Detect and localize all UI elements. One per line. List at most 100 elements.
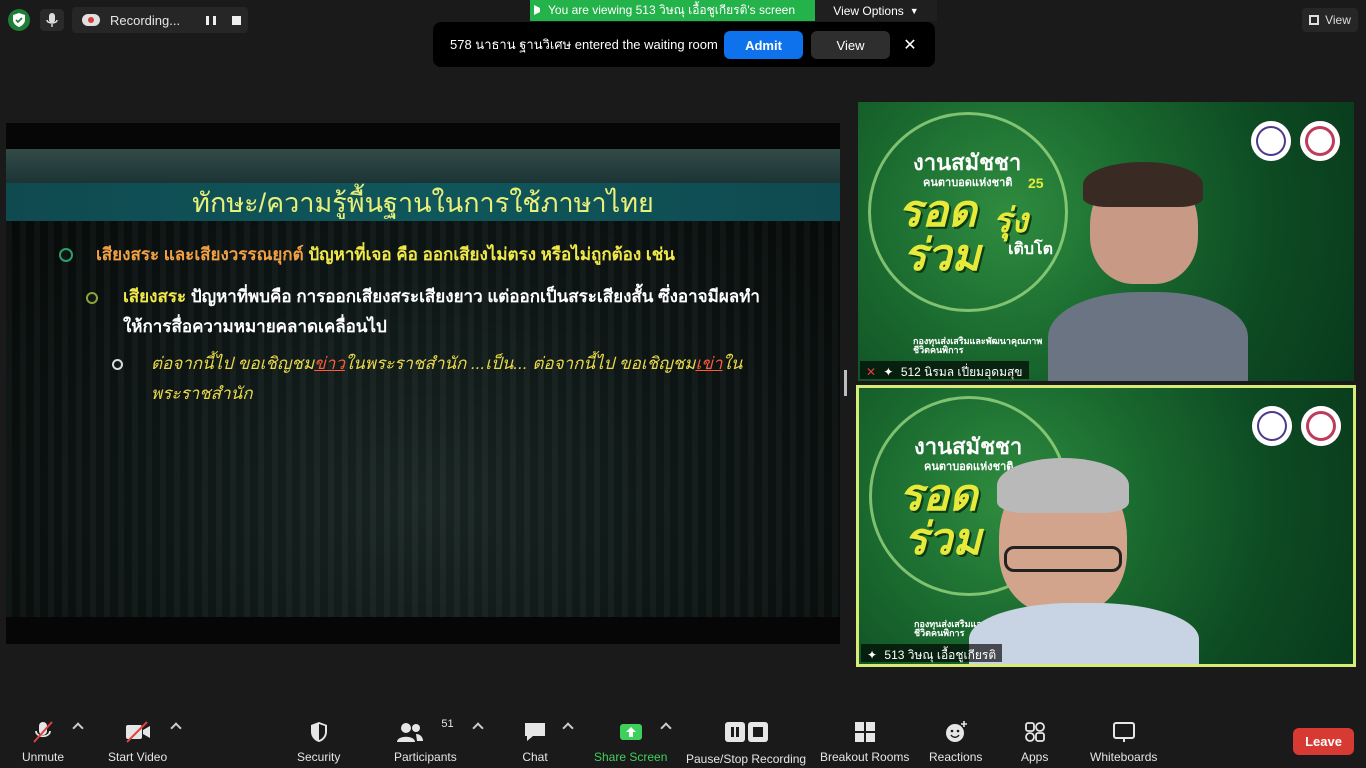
view-options-label: View Options (833, 3, 904, 18)
mic-status-icon[interactable] (40, 9, 64, 31)
poster-number: 25 (1028, 175, 1044, 191)
admit-button[interactable]: Admit (724, 31, 803, 59)
view-options-button[interactable]: View Options ▼ (815, 0, 937, 21)
participant-name: 512 นิรมล เปี่ยมอุดมสุข (900, 365, 1023, 379)
unmute-label: Unmute (22, 750, 65, 764)
mic-muted-icon (30, 720, 56, 744)
waiting-room-message: 578 นาธาน ฐานวิเศษ entered the waiting r… (450, 37, 718, 52)
poster-word-ruam: ร่วม (903, 231, 981, 280)
grid-icon (1309, 15, 1320, 25)
start-video-label: Start Video (108, 750, 168, 764)
unmute-button[interactable]: Unmute (22, 720, 64, 764)
start-video-button[interactable]: Start Video (108, 720, 167, 764)
poster-word-toebto: เติบโต (1008, 241, 1053, 258)
viewing-screen-banner: You are viewing 513 วิษณุ เอื้อชูเกียรติ… (530, 0, 815, 21)
slide-bullet-2: เสียงสระ ปัญหาที่พบคือ การออกเสียงสระเสี… (123, 282, 823, 342)
whiteboards-label: Whiteboards (1090, 750, 1158, 764)
security-label: Security (297, 750, 341, 764)
participants-count: 51 (441, 718, 454, 730)
video-tile-512[interactable]: งานสมัชชา คนตาบอดแห่งชาติ 25 รอด รุ่ง ร่… (858, 102, 1354, 381)
recording-label: Recording... (110, 12, 181, 28)
video-tile-513-active-speaker[interactable]: งานสมัชชา คนตาบอดแห่งชาติ รอด ร่วม กองทุ… (856, 385, 1356, 667)
whiteboards-button[interactable]: Whiteboards (1090, 720, 1157, 764)
organization-logo (1251, 121, 1291, 161)
bullet-1-heading: เสียงสระ และเสียงวรรณยุกต์ (96, 245, 304, 264)
chat-button[interactable]: Chat (522, 720, 548, 764)
shield-icon (306, 720, 332, 744)
audio-options-caret-icon[interactable] (72, 722, 84, 734)
meeting-toolbar: Unmute Start Video Security 51 Participa… (0, 708, 1366, 768)
bullet-2-heading: เสียงสระ (123, 287, 187, 306)
stop-recording-icon[interactable] (232, 16, 241, 25)
slide-title: ทักษะ/ความรู้พื้นฐานในการใช้ภาษาไทย (6, 183, 840, 221)
apps-label: Apps (1021, 750, 1049, 764)
video-options-caret-icon[interactable] (170, 722, 182, 734)
bullet-3-part-e: ใน (722, 354, 743, 373)
reactions-label: Reactions (929, 750, 983, 764)
security-button[interactable]: Security (297, 720, 340, 764)
bullet-circle-icon (112, 359, 123, 370)
breakout-rooms-button[interactable]: Breakout Rooms (820, 720, 909, 764)
participant-name-tag: ✦ 513 วิษณุ เอื้อชูเกียรติ (861, 644, 1003, 662)
bullet-2-text-cont: ให้การสื่อความหมายคลาดเคลื่อนไป (123, 317, 387, 336)
pin-icon: ✦ (867, 648, 878, 662)
security-shield-icon[interactable] (8, 9, 30, 31)
bullet-circle-icon (86, 292, 98, 304)
video-off-icon (125, 720, 151, 744)
chat-icon (522, 720, 548, 744)
poster-title: งานสมัชชา (914, 434, 1023, 459)
breakout-rooms-icon (852, 720, 878, 744)
whiteboard-icon (1111, 720, 1137, 744)
organization-seal-logo (1301, 406, 1341, 446)
participant-glasses (1004, 546, 1122, 572)
participant-body (969, 603, 1199, 664)
view-waiting-room-button[interactable]: View (811, 31, 890, 59)
pause-recording-icon[interactable] (206, 16, 216, 25)
leave-button[interactable]: Leave (1293, 728, 1354, 755)
chevron-down-icon: ▼ (909, 5, 919, 16)
cloud-recording-icon (82, 14, 100, 26)
participant-hair (1083, 162, 1203, 207)
mic-muted-icon: ✕ (866, 365, 877, 379)
view-layout-button[interactable]: View (1302, 8, 1358, 32)
bullet-3-part-f: พระราชสำนัก (151, 384, 253, 403)
poster-word-ruam: ร่วม (904, 515, 982, 564)
participants-button[interactable]: 51 Participants (394, 718, 457, 764)
organization-seal-logo (1300, 121, 1340, 161)
participants-caret-icon[interactable] (472, 722, 484, 734)
slide-bullet-3: ต่อจากนี้ไป ขอเชิญชมข่าวในพระราชสำนัก ..… (151, 349, 771, 409)
poster-word-rung: รุ่ง (993, 202, 1028, 240)
bullet-2-text: ปัญหาที่พบคือ การออกเสียงสระเสียงยาว แต่… (186, 287, 760, 306)
shared-screen: ทักษะ/ความรู้พื้นฐานในการใช้ภาษาไทย เสีย… (6, 123, 840, 644)
participant-name: 513 วิษณุ เอื้อชูเกียรติ (884, 648, 997, 662)
view-layout-label: View (1325, 13, 1351, 27)
poster-title: งานสมัชชา (913, 150, 1022, 175)
reactions-button[interactable]: Reactions (929, 720, 982, 764)
pin-icon: ✦ (883, 365, 894, 379)
bullet-1-text: ปัญหาที่เจอ คือ ออกเสียงไม่ตรง หรือไม่ถู… (303, 245, 675, 264)
organization-logo (1252, 406, 1292, 446)
viewing-banner-text: You are viewing 513 วิษณุ เอื้อชูเกียรติ… (548, 3, 796, 17)
presentation-slide: ทักษะ/ความรู้พื้นฐานในการใช้ภาษาไทย เสีย… (6, 149, 840, 617)
chat-label: Chat (522, 750, 548, 764)
poster-word-rod: รอด (899, 471, 978, 520)
pause-stop-recording-button[interactable]: Pause/Stop Recording (686, 720, 806, 766)
pause-stop-label: Pause/Stop Recording (686, 752, 807, 766)
chat-caret-icon[interactable] (562, 722, 574, 734)
participants-icon: 51 (395, 718, 455, 744)
share-screen-button[interactable]: Share Screen (594, 720, 667, 764)
apps-icon (1022, 720, 1048, 744)
share-screen-label: Share Screen (594, 750, 668, 764)
recording-indicator: Recording... (72, 7, 248, 33)
reactions-icon (943, 720, 969, 744)
close-icon[interactable]: ✕ (899, 34, 921, 56)
poster-word-rod: รอด (898, 187, 977, 236)
split-resize-handle[interactable] (844, 370, 847, 396)
pause-stop-icon (722, 720, 770, 744)
bullet-circle-icon (59, 248, 73, 262)
share-screen-icon (618, 720, 644, 744)
breakout-rooms-label: Breakout Rooms (820, 750, 910, 764)
bullet-3-word-khao-knee: เข่า (695, 354, 723, 373)
apps-button[interactable]: Apps (1021, 720, 1048, 764)
participants-label: Participants (394, 750, 457, 764)
